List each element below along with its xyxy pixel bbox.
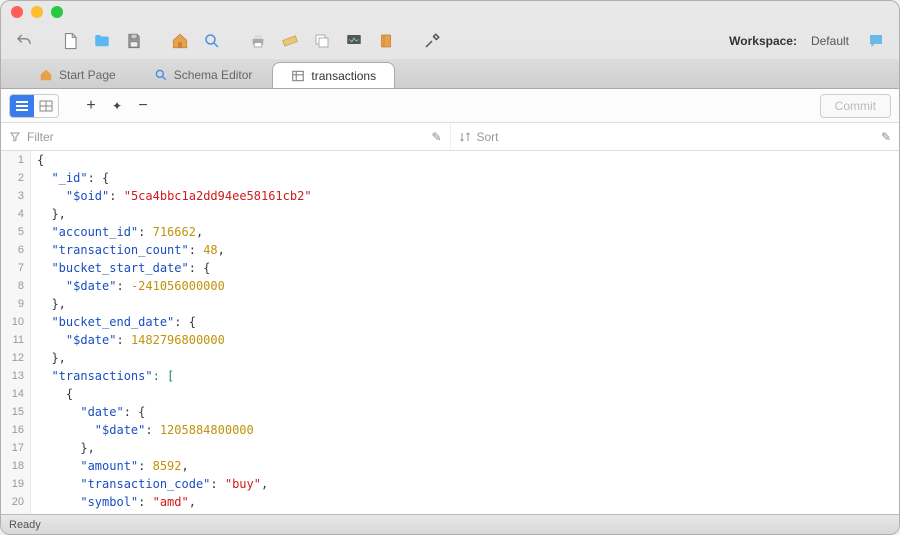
workspace-label: Workspace: [729, 34, 797, 48]
table-icon [291, 69, 305, 83]
table-view-button[interactable] [34, 95, 58, 117]
code-line[interactable]: }, [37, 439, 893, 457]
tab-schema-editor[interactable]: Schema Editor [136, 62, 271, 88]
tab-start-page[interactable]: Start Page [21, 62, 134, 88]
eyedropper-button[interactable] [419, 28, 445, 54]
line-number[interactable]: 11 [1, 331, 30, 349]
code-line[interactable]: }, [37, 205, 893, 223]
line-number[interactable]: 4 [1, 205, 30, 223]
filter-row: Filter ✎ Sort ✎ [1, 123, 899, 151]
sub-toolbar: + ✦ − Commit [1, 89, 899, 123]
main-toolbar: Workspace: Default [1, 23, 899, 59]
app-window: Workspace: Default Start PageSchema Edit… [0, 0, 900, 535]
code-line[interactable]: "transactions": [ [37, 367, 893, 385]
remove-button[interactable]: − [133, 96, 153, 116]
tab-transactions[interactable]: transactions [272, 62, 395, 88]
add-button[interactable]: + [81, 96, 101, 116]
code-line[interactable]: "account_id": 716662, [37, 223, 893, 241]
monitor-button[interactable] [341, 28, 367, 54]
json-view-button[interactable] [10, 95, 34, 117]
filter-input[interactable]: Filter ✎ [1, 123, 451, 150]
edit-filter-icon[interactable]: ✎ [431, 130, 441, 144]
code-line[interactable]: "transaction_count": 48, [37, 241, 893, 259]
line-number[interactable]: 20 [1, 493, 30, 511]
line-number[interactable]: 19 [1, 475, 30, 493]
code-line[interactable]: "bucket_end_date": { [37, 313, 893, 331]
home-icon [39, 68, 53, 82]
search-button[interactable] [199, 28, 225, 54]
filter-icon [9, 131, 21, 143]
code-line[interactable]: "transaction_code": "buy", [37, 475, 893, 493]
line-number[interactable]: 7 [1, 259, 30, 277]
chat-button[interactable] [863, 28, 889, 54]
line-number[interactable]: 10 [1, 313, 30, 331]
workspace-value[interactable]: Default [811, 34, 849, 48]
code-line[interactable]: "$oid": "5ca4bbc1a2dd94ee58161cb2" [37, 187, 893, 205]
windows-button[interactable] [309, 28, 335, 54]
line-number[interactable]: 6 [1, 241, 30, 259]
code-line[interactable]: "$date": -241056000000 [37, 277, 893, 295]
code-line[interactable]: "$date": 1205884800000 [37, 421, 893, 439]
status-text: Ready [9, 519, 41, 531]
code-line[interactable]: "bucket_start_date": { [37, 259, 893, 277]
code-line[interactable]: "date": { [37, 403, 893, 421]
minimize-button[interactable] [31, 6, 43, 18]
print-button[interactable] [245, 28, 271, 54]
undo-button[interactable] [11, 28, 37, 54]
save-button[interactable] [121, 28, 147, 54]
status-bar: Ready [1, 514, 899, 534]
add-field-button[interactable]: ✦ [107, 96, 127, 116]
ruler-button[interactable] [277, 28, 303, 54]
code-line[interactable]: }, [37, 295, 893, 313]
line-number[interactable]: 8 [1, 277, 30, 295]
open-folder-button[interactable] [89, 28, 115, 54]
line-number[interactable]: 17 [1, 439, 30, 457]
commit-button[interactable]: Commit [820, 94, 891, 118]
filter-placeholder: Filter [27, 130, 54, 144]
code-line[interactable]: "amount": 8592, [37, 457, 893, 475]
line-number[interactable]: 3 [1, 187, 30, 205]
line-number[interactable]: 5 [1, 223, 30, 241]
line-number[interactable]: 16 [1, 421, 30, 439]
view-toggle [9, 94, 59, 118]
code-content[interactable]: { "_id": { "$oid": "5ca4bbc1a2dd94ee5816… [31, 151, 899, 514]
code-line[interactable]: "_id": { [37, 169, 893, 187]
line-gutter: 1234567891011121314151617181920 [1, 151, 31, 514]
sort-input[interactable]: Sort ✎ [451, 123, 900, 150]
code-line[interactable]: "symbol": "amd", [37, 493, 893, 511]
close-button[interactable] [11, 6, 23, 18]
search-icon [154, 68, 168, 82]
line-number[interactable]: 12 [1, 349, 30, 367]
sort-icon [459, 131, 471, 143]
line-number[interactable]: 1 [1, 151, 30, 169]
notebook-button[interactable] [373, 28, 399, 54]
code-line[interactable]: }, [37, 349, 893, 367]
line-number[interactable]: 15 [1, 403, 30, 421]
code-line[interactable]: { [37, 151, 893, 169]
sort-placeholder: Sort [477, 130, 499, 144]
home-button[interactable] [167, 28, 193, 54]
zoom-button[interactable] [51, 6, 63, 18]
editor-area: 1234567891011121314151617181920 { "_id":… [1, 151, 899, 514]
new-file-button[interactable] [57, 28, 83, 54]
tab-bar: Start PageSchema Editortransactions [1, 59, 899, 89]
edit-sort-icon[interactable]: ✎ [881, 130, 891, 144]
line-number[interactable]: 14 [1, 385, 30, 403]
line-number[interactable]: 13 [1, 367, 30, 385]
code-line[interactable]: "$date": 1482796800000 [37, 331, 893, 349]
code-line[interactable]: { [37, 385, 893, 403]
line-number[interactable]: 9 [1, 295, 30, 313]
titlebar [1, 1, 899, 23]
line-number[interactable]: 2 [1, 169, 30, 187]
line-number[interactable]: 18 [1, 457, 30, 475]
